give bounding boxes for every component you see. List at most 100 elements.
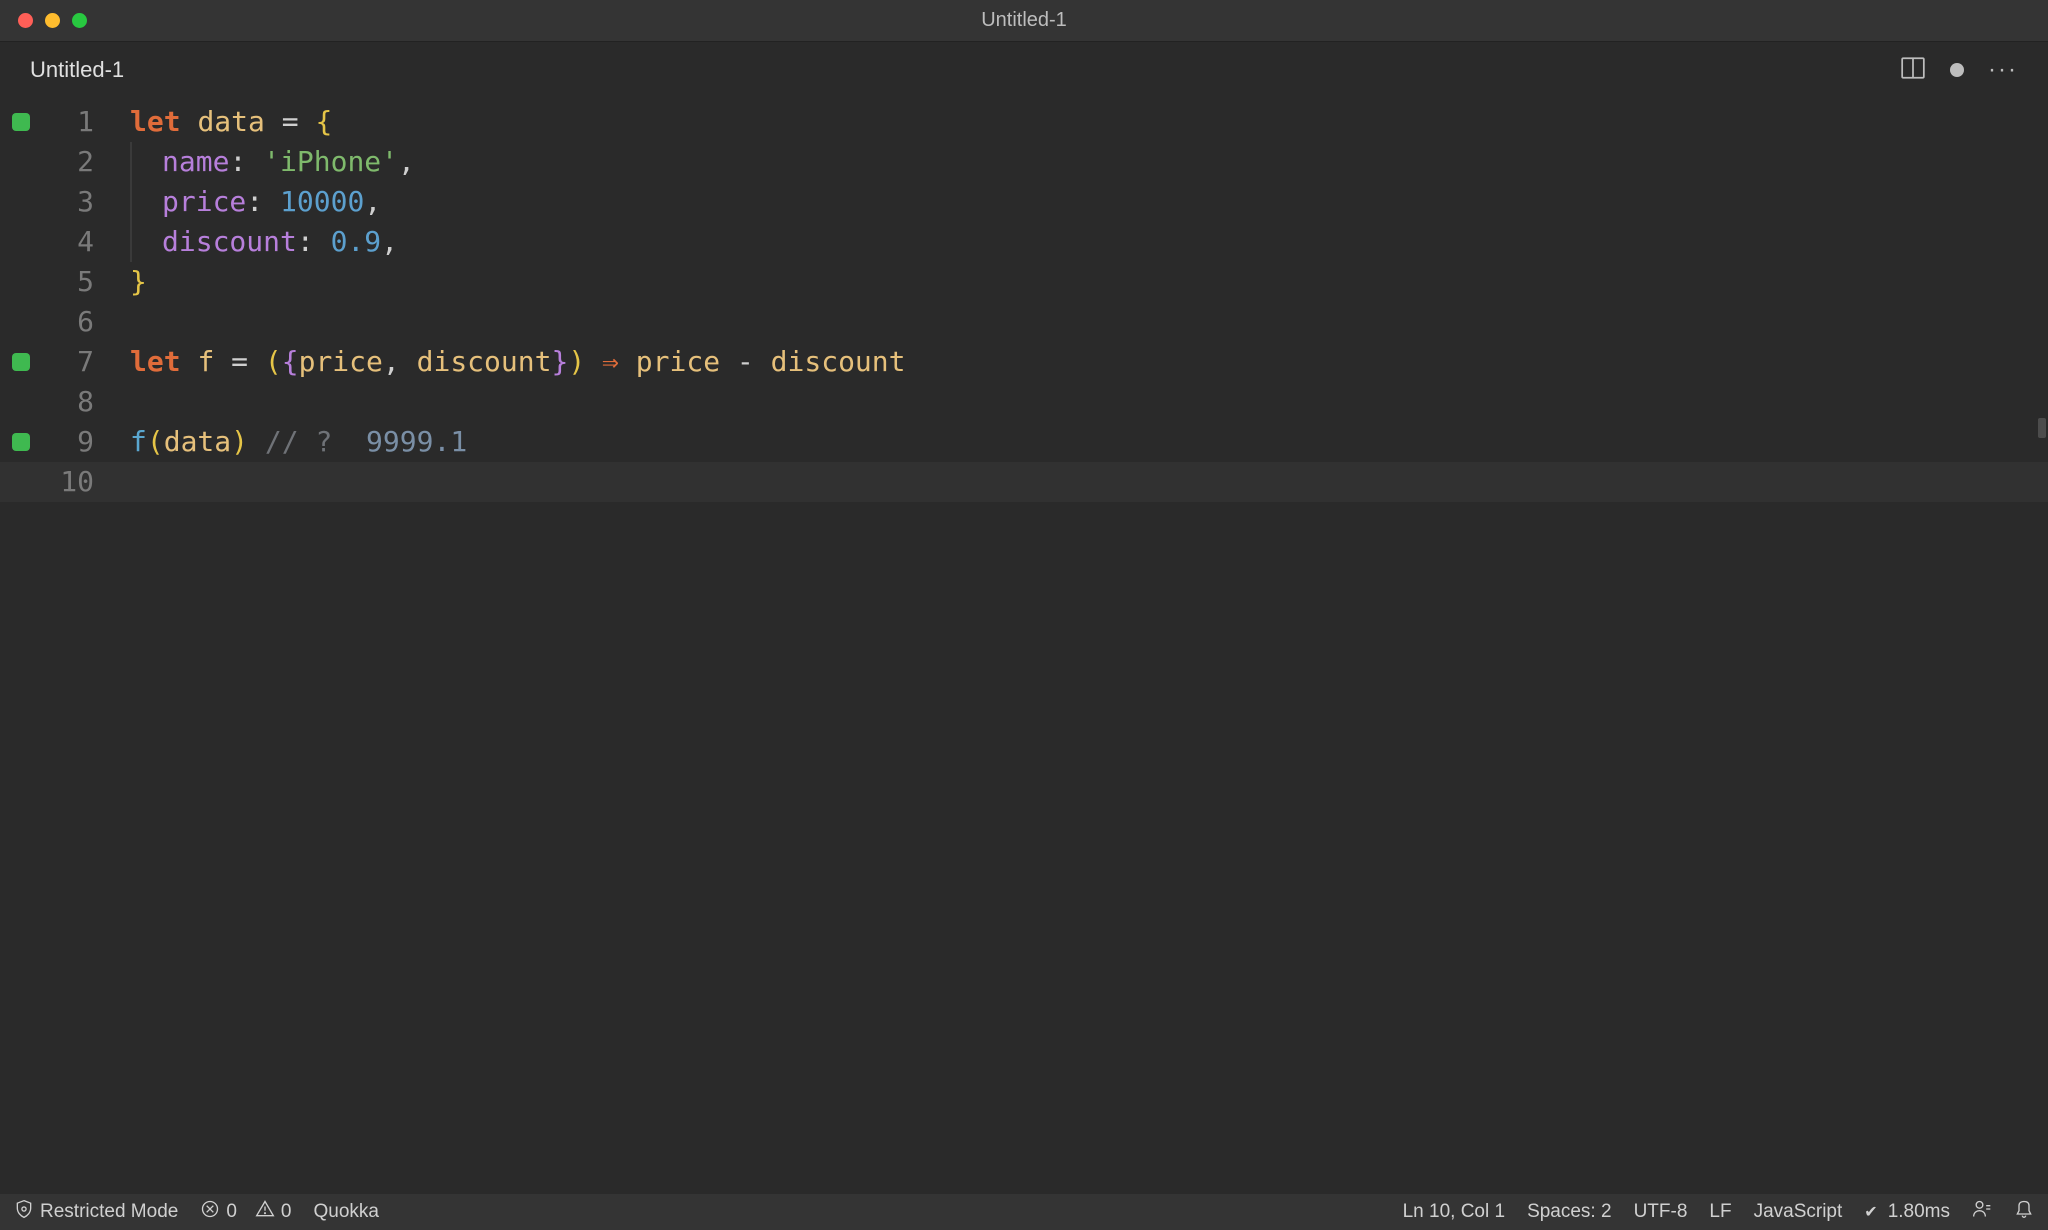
quokka-marker-icon [0, 433, 42, 451]
encoding-label: UTF-8 [1634, 1201, 1688, 1223]
cursor-position-button[interactable]: Ln 10, Col 1 [1403, 1201, 1505, 1223]
line-number: 3 [42, 182, 102, 222]
scrollbar-thumb[interactable] [2038, 418, 2046, 438]
language-mode-button[interactable]: JavaScript [1754, 1201, 1843, 1223]
warning-icon [255, 1199, 275, 1225]
status-bar: Restricted Mode 0 [0, 1194, 2048, 1230]
paren: ( [147, 425, 164, 458]
quokka-timing-button[interactable]: 1.80ms [1864, 1201, 1950, 1223]
language-label: JavaScript [1754, 1201, 1843, 1223]
comment: // ? [265, 425, 332, 458]
operator: = [214, 345, 265, 378]
line-number: 7 [42, 342, 102, 382]
brace: { [282, 345, 299, 378]
code-line: 8 [0, 382, 2048, 422]
cursor-position-label: Ln 10, Col 1 [1403, 1201, 1505, 1223]
function-call: f [130, 425, 147, 458]
keyword: let [130, 105, 181, 138]
timing-label: 1.80ms [1888, 1201, 1950, 1223]
line-number: 2 [42, 142, 102, 182]
feedback-button[interactable] [1972, 1199, 1992, 1225]
code-line: 9 f(data) // ? 9999.1 [0, 422, 2048, 462]
line-number: 9 [42, 422, 102, 462]
number: 10000 [280, 185, 364, 218]
punctuation: , [364, 185, 381, 218]
punctuation: : [229, 145, 263, 178]
split-editor-icon[interactable] [1900, 55, 1926, 85]
punctuation: : [246, 185, 280, 218]
eol-button[interactable]: LF [1709, 1201, 1731, 1223]
tab-modified-indicator[interactable] [1950, 63, 1964, 77]
error-icon [200, 1199, 220, 1225]
code-line: 1 let data = { [0, 102, 2048, 142]
shield-icon [14, 1199, 34, 1225]
quokka-status-button[interactable]: Quokka [314, 1201, 379, 1223]
operator: = [265, 105, 316, 138]
punctuation: , [383, 345, 417, 378]
tab-actions: ··· [1900, 55, 2036, 85]
code-line: 5 } [0, 262, 2048, 302]
paren: ( [265, 345, 282, 378]
quokka-output: 9999.1 [366, 425, 467, 458]
punctuation: : [297, 225, 331, 258]
punctuation: , [381, 225, 398, 258]
window-controls [0, 13, 87, 28]
line-number: 8 [42, 382, 102, 422]
line-number: 10 [42, 462, 102, 502]
line-number: 1 [42, 102, 102, 142]
indentation-label: Spaces: 2 [1527, 1201, 1612, 1223]
restricted-mode-label: Restricted Mode [40, 1201, 178, 1223]
tab-label: Untitled-1 [30, 57, 124, 83]
brace: } [130, 265, 147, 298]
notifications-button[interactable] [2014, 1199, 2034, 1225]
titlebar: Untitled-1 [0, 0, 2048, 42]
line-number: 4 [42, 222, 102, 262]
code-line: 3 price: 10000, [0, 182, 2048, 222]
identifier: discount [771, 345, 906, 378]
app-window: Untitled-1 Untitled-1 ··· 1 let data = { [0, 0, 2048, 1230]
editor-area[interactable]: 1 let data = { 2 name: 'iPhone', 3 price… [0, 98, 2048, 1194]
operator: - [720, 345, 771, 378]
identifier: f [197, 345, 214, 378]
tab-untitled[interactable]: Untitled-1 [0, 42, 154, 98]
indentation-button[interactable]: Spaces: 2 [1527, 1201, 1612, 1223]
identifier: discount [417, 345, 552, 378]
quokka-label: Quokka [314, 1201, 379, 1223]
punctuation: , [398, 145, 415, 178]
brace: { [315, 105, 332, 138]
problems-button[interactable]: 0 0 [200, 1199, 291, 1225]
encoding-button[interactable]: UTF-8 [1634, 1201, 1688, 1223]
identifier: price [636, 345, 720, 378]
arrow: ⇒ [585, 345, 636, 378]
eol-label: LF [1709, 1201, 1731, 1223]
code-line: 4 discount: 0.9, [0, 222, 2048, 262]
keyword: let [130, 345, 181, 378]
minimize-window-button[interactable] [45, 13, 60, 28]
warning-count: 0 [281, 1201, 292, 1223]
paren: ) [568, 345, 585, 378]
quokka-marker-icon [0, 353, 42, 371]
code-line: 7 let f = ({price, discount}) ⇒ price - … [0, 342, 2048, 382]
identifier: price [299, 345, 383, 378]
bell-icon [2014, 1199, 2034, 1225]
property: price [162, 185, 246, 218]
identifier: data [197, 105, 264, 138]
feedback-icon [1972, 1199, 1992, 1225]
more-actions-icon[interactable]: ··· [1988, 56, 2018, 84]
line-number: 6 [42, 302, 102, 342]
close-window-button[interactable] [18, 13, 33, 28]
quokka-marker-icon [0, 113, 42, 131]
property: discount [162, 225, 297, 258]
window-title: Untitled-1 [981, 9, 1067, 32]
property: name [162, 145, 229, 178]
error-count: 0 [226, 1201, 237, 1223]
code-line: 6 [0, 302, 2048, 342]
identifier: data [164, 425, 231, 458]
number: 0.9 [331, 225, 382, 258]
brace: } [551, 345, 568, 378]
paren: ) [231, 425, 248, 458]
tab-bar: Untitled-1 ··· [0, 42, 2048, 98]
restricted-mode-button[interactable]: Restricted Mode [14, 1199, 178, 1225]
string: 'iPhone' [263, 145, 398, 178]
maximize-window-button[interactable] [72, 13, 87, 28]
